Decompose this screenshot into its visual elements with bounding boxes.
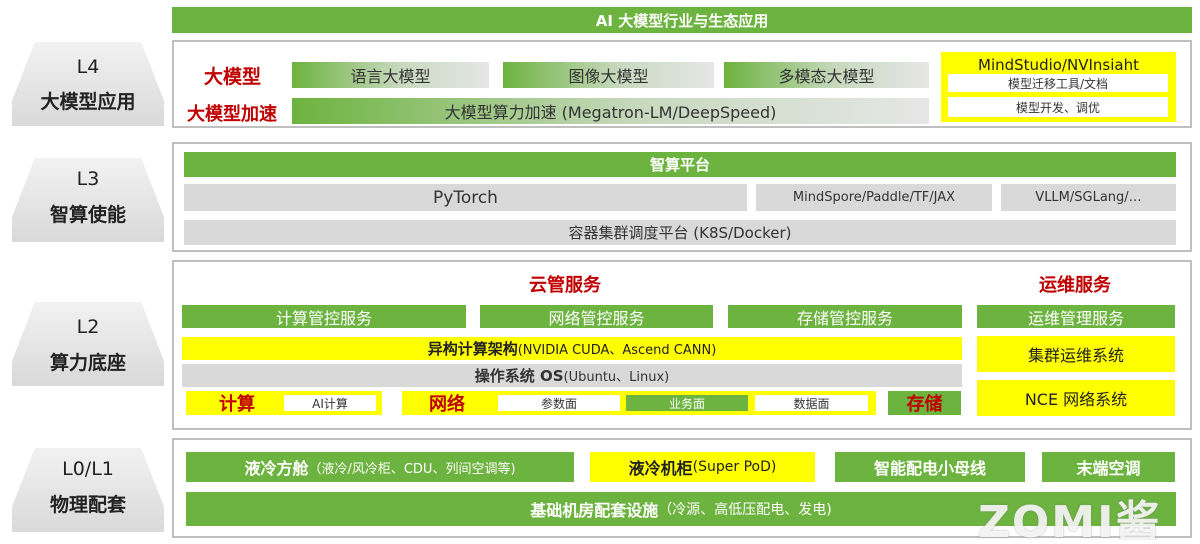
l01-terminal-ac: 末端空调 — [1042, 452, 1175, 482]
l2-storage-box: 存储 — [888, 391, 961, 415]
l2-network-control: 网络管控服务 — [480, 305, 713, 328]
l01-liquid-cabinet-detail: (Super PoD) — [692, 459, 777, 475]
l2-hetero-arch: 异构计算架构 (NVIDIA CUDA、Ascend CANN) — [182, 337, 962, 360]
l01-liquid-cabinet-bold: 液冷机柜 — [628, 459, 693, 478]
l2-storage-label: 存储 — [906, 394, 943, 415]
top-banner: AI 大模型行业与生态应用 — [172, 7, 1192, 33]
l2-ops-management: 运维管理服务 — [977, 305, 1175, 328]
l3-scheduler: 容器集群调度平台 (K8S/Docker) — [184, 220, 1176, 245]
l4-tools-development: 模型开发、调优 — [948, 97, 1168, 117]
l2-cloud-title: 云管服务 — [529, 275, 601, 296]
l01-liquid-cabinet: 液冷机柜 (Super PoD) — [590, 452, 815, 482]
l01-liquid-cabin: 液冷方舱 （液冷/风冷柜、CDU、列间空调等) — [186, 452, 574, 482]
layer-l4-name: 大模型应用 — [40, 91, 136, 113]
layer-l4-id: L4 — [76, 56, 100, 78]
l2-storage-control: 存储管控服务 — [728, 305, 962, 328]
l01-base-facilities-bold: 基础机房配套设施 — [530, 501, 659, 520]
l3-mindspore: MindSpore/Paddle/TF/JAX — [756, 184, 992, 211]
l4-tools-title: MindStudio/NVInsiaht — [978, 56, 1139, 74]
l2-data-plane: 数据面 — [755, 395, 868, 411]
l2-ops-title: 运维服务 — [1039, 275, 1111, 296]
l2-business-plane: 业务面 — [626, 395, 748, 411]
l2-hetero-arch-detail: (NVIDIA CUDA、Ascend CANN) — [517, 343, 717, 358]
l2-nce: NCE 网络系统 — [977, 380, 1175, 416]
l2-cluster-ops: 集群运维系统 — [977, 336, 1175, 372]
l01-base-facilities-detail: （冷源、高低压配电、发电) — [658, 502, 832, 518]
layer-l2-id: L2 — [76, 316, 100, 338]
l4-language-model: 语言大模型 — [292, 62, 489, 88]
l2-compute-control: 计算管控服务 — [182, 305, 466, 328]
layer-l3-name: 智算使能 — [49, 204, 126, 226]
l01-liquid-cabin-bold: 液冷方舱 — [244, 459, 309, 478]
layer-l01-id: L0/L1 — [62, 458, 114, 480]
l4-multimodal-model: 多模态大模型 — [724, 62, 929, 88]
l4-tools-migration: 模型迁移工具/文档 — [948, 74, 1168, 92]
l3-vllm: VLLM/SGLang/… — [1001, 184, 1176, 211]
l4-model-label: 大模型 — [203, 65, 261, 88]
l2-ai-compute: AI计算 — [284, 395, 376, 411]
l2-os: 操作系统 OS (Ubuntu、Linux) — [182, 364, 962, 387]
layer-l2-name: 算力底座 — [49, 352, 126, 374]
l3-platform: 智算平台 — [184, 152, 1176, 177]
l3-pytorch: PyTorch — [184, 184, 747, 211]
l01-liquid-cabin-detail: （液冷/风冷柜、CDU、列间空调等) — [308, 461, 516, 477]
l01-busbar: 智能配电小母线 — [835, 452, 1025, 482]
layer-l01-name: 物理配套 — [49, 494, 126, 516]
l2-compute-label: 计算 — [219, 394, 255, 415]
l2-hetero-arch-bold: 异构计算架构 — [427, 340, 518, 358]
l2-param-plane: 参数面 — [498, 395, 620, 411]
l4-image-model: 图像大模型 — [503, 62, 714, 88]
l2-os-detail: (Ubuntu、Linux) — [563, 370, 670, 385]
l4-acceleration-bar: 大模型算力加速 (Megatron-LM/DeepSpeed) — [292, 98, 929, 124]
l4-acceleration-label: 大模型加速 — [187, 104, 277, 125]
l2-network-label: 网络 — [429, 394, 465, 415]
watermark-logo: ZOMI酱 — [978, 497, 1162, 540]
layer-l3-id: L3 — [76, 168, 100, 190]
l2-os-bold: 操作系统 OS — [474, 367, 564, 385]
